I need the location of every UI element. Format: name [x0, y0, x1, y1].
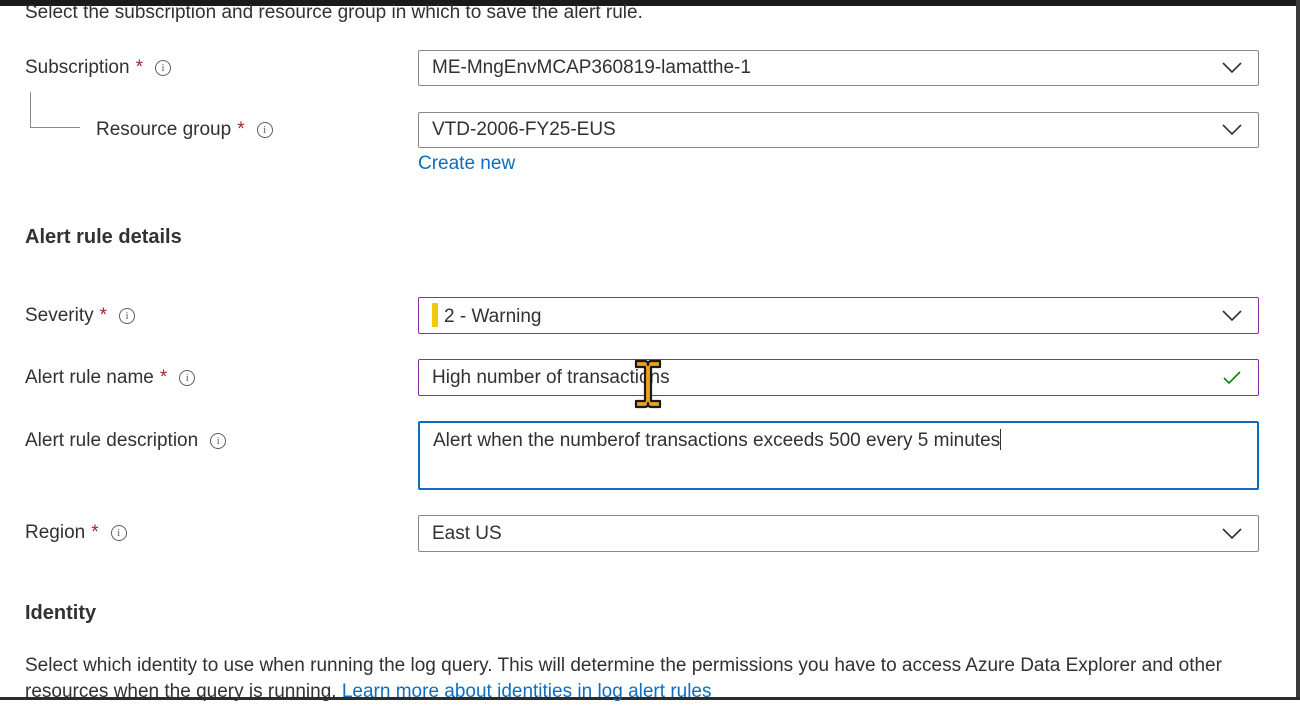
checkmark-icon [1223, 370, 1241, 384]
region-label: Region [25, 522, 86, 543]
subscription-value: ME-MngEnvMCAP360819-lamatthe-1 [432, 57, 751, 78]
region-dropdown[interactable]: East US [418, 515, 1259, 552]
text-caret [1000, 429, 1002, 450]
alert-rule-details-heading: Alert rule details [25, 226, 182, 248]
chevron-down-icon [1222, 62, 1242, 74]
alert-rule-description-value: Alert when the numberof transactions exc… [433, 430, 1001, 451]
severity-value: 2 - Warning [444, 306, 542, 327]
severity-label: Severity [25, 305, 94, 326]
resource-group-label: Resource group [96, 119, 232, 140]
severity-color-indicator [432, 303, 438, 327]
chevron-down-icon [1222, 309, 1242, 321]
resource-group-value: VTD-2006-FY25-EUS [432, 119, 616, 140]
alert-rule-description-label-row: Alert rule description i [25, 430, 227, 452]
info-icon[interactable]: i [210, 433, 227, 449]
scope-intro-text: Select the subscription and resource gro… [25, 2, 643, 23]
learn-more-identities-link[interactable]: Learn more about identities in log alert… [342, 681, 712, 702]
alert-rule-name-label-row: Alert rule name * i [25, 367, 196, 389]
window-right-edge [1296, 0, 1300, 700]
tree-connector-horizontal [30, 127, 80, 128]
create-new-link[interactable]: Create new [418, 153, 515, 175]
info-icon[interactable]: i [256, 122, 273, 138]
chevron-down-icon [1222, 527, 1242, 539]
required-asterisk: * [135, 57, 143, 78]
severity-label-row: Severity * i [25, 305, 136, 327]
alert-rule-name-label: Alert rule name [25, 367, 154, 388]
info-icon[interactable]: i [110, 525, 127, 541]
resource-group-label-row: Resource group * i [96, 119, 273, 141]
region-label-row: Region * i [25, 522, 127, 544]
alert-rule-description-textarea[interactable]: Alert when the numberof transactions exc… [418, 421, 1259, 490]
info-icon[interactable]: i [179, 370, 196, 386]
subscription-dropdown[interactable]: ME-MngEnvMCAP360819-lamatthe-1 [418, 50, 1259, 86]
required-asterisk: * [91, 522, 99, 543]
subscription-label-row: Subscription * i [25, 57, 171, 79]
severity-value-wrap: 2 - Warning [432, 303, 1258, 328]
identity-description: Select which identity to use when runnin… [25, 653, 1275, 705]
severity-dropdown[interactable]: 2 - Warning [418, 297, 1259, 334]
alert-rule-name-value: High number of transactions [432, 366, 670, 388]
text-cursor-icon [634, 359, 662, 409]
region-value: East US [432, 522, 502, 544]
identity-heading: Identity [25, 602, 97, 624]
info-icon[interactable]: i [119, 308, 136, 324]
required-asterisk: * [99, 305, 108, 326]
required-asterisk: * [159, 367, 168, 388]
alert-rule-description-label: Alert rule description [25, 430, 199, 451]
alert-rule-name-input[interactable]: High number of transactions [418, 359, 1259, 396]
tree-connector-vertical [30, 92, 31, 127]
alert-rule-description-text-wrap: Alert when the numberof transactions exc… [433, 429, 1257, 452]
chevron-down-icon [1222, 124, 1242, 136]
info-icon[interactable]: i [154, 60, 171, 76]
resource-group-dropdown[interactable]: VTD-2006-FY25-EUS [418, 112, 1259, 148]
required-asterisk: * [237, 119, 245, 140]
subscription-label: Subscription [25, 57, 130, 78]
